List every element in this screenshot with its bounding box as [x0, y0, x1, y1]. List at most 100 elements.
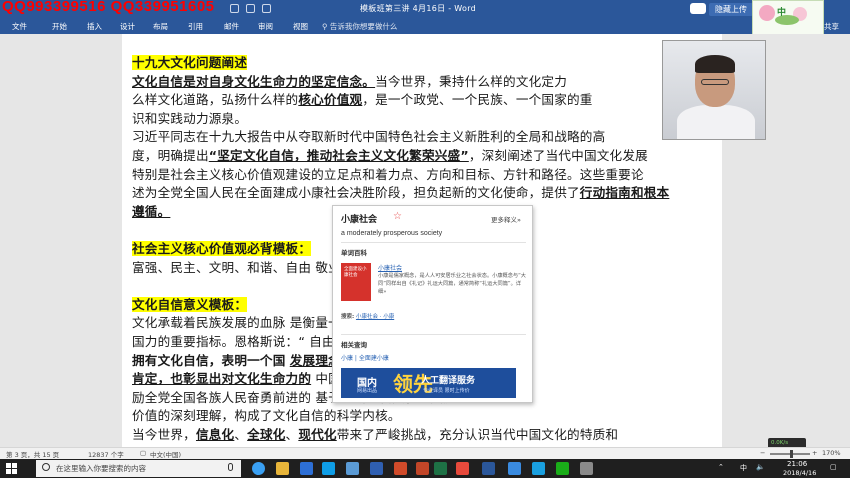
tab-home[interactable]: 开始 — [52, 21, 67, 32]
baidu-cloud-icon[interactable] — [508, 462, 521, 475]
text-run: 、 — [285, 427, 299, 442]
undo-icon[interactable] — [246, 4, 255, 13]
dict-entry-link[interactable]: 小康社会 — [378, 263, 402, 272]
tab-design[interactable]: 设计 — [120, 21, 135, 32]
save-icon[interactable] — [230, 4, 239, 13]
ime-indicator[interactable]: 中 — [740, 463, 747, 473]
app-icon[interactable] — [456, 462, 469, 475]
app-icon[interactable] — [580, 462, 593, 475]
ribbon-tabs: 文件 开始 插入 设计 布局 引用 邮件 审阅 视图 ⚲ 告诉我你想要做什么 共… — [0, 18, 850, 34]
dict-source: 搜索: 小康社会 · 小康 — [341, 314, 395, 320]
dict-image-caption: 全面建设小康社会 — [344, 267, 367, 278]
webcam-overlay — [662, 40, 766, 140]
powerpoint-icon[interactable] — [394, 462, 407, 475]
document-line: 十九大文化问题阐述 — [132, 52, 248, 71]
upload-button[interactable]: 隐藏上传 — [709, 3, 753, 16]
watermark-logo: 中 — [752, 0, 824, 36]
taskbar-search[interactable]: 在这里输入你要搜索的内容 — [36, 460, 241, 477]
document-line: 当今世界，信息化、全球化、现代化带来了严峻挑战，充分认识当代中国文化的特质和 — [132, 424, 618, 443]
app-icon[interactable] — [370, 462, 383, 475]
text-run: 拥有文化自信，表明一个国 — [132, 352, 286, 368]
clock-date[interactable]: 2018/4/16 — [783, 469, 816, 477]
dict-source-links[interactable]: 小康社会 · 小康 — [356, 314, 394, 320]
tab-mailings[interactable]: 邮件 — [224, 21, 239, 32]
text-run: 核心价值观 — [298, 92, 363, 108]
title-bar: 模板班第三讲 4月16日 - Word 隐藏上传 QQ993399516 QQ3… — [0, 0, 850, 18]
tab-file[interactable]: 文件 — [12, 21, 27, 32]
windows-start-icon[interactable] — [6, 463, 17, 474]
text-run: 带来了严峻挑战，充分认识当代中国文化的特质和 — [336, 427, 619, 442]
flower-icon — [759, 5, 775, 21]
text-run: 现代化 — [298, 427, 337, 442]
excel-icon[interactable] — [434, 462, 447, 475]
proofing-icon[interactable]: ▢ — [140, 449, 146, 457]
share-button[interactable]: 共享 — [824, 21, 839, 32]
app-icon[interactable] — [532, 462, 545, 475]
translation-ad-banner[interactable]: 国内 领先 人工翻译服务 网易出品 专业译员 限时上传价 — [341, 368, 516, 398]
word-count[interactable]: 12837 个字 — [88, 449, 124, 459]
text-run: 肯定，也彰显出对文化生命力的 — [132, 371, 312, 387]
document-line: 么样文化道路，弘扬什么样的核心价值观，是一个政党、一个民族、一个国家的重 — [132, 89, 593, 108]
ie-icon[interactable] — [322, 462, 335, 475]
document-line: 价值的深刻理解，构成了文化自信的科学内核。 — [132, 405, 401, 424]
dictionary-popup: 小康社会 ☆ 更多释义» a moderately prosperous soc… — [332, 205, 533, 403]
tell-me-text: 告诉我你想要做什么 — [329, 22, 398, 31]
language[interactable]: 中文(中国) — [150, 449, 181, 459]
taskbar: 在这里输入你要搜索的内容 ⌃ 中 🔈 21:06 2018/4/16 ▢ — [0, 459, 850, 478]
zoom-out-icon[interactable]: − — [760, 449, 765, 457]
search-icon — [42, 463, 50, 471]
edge-icon[interactable] — [252, 462, 265, 475]
zoom-thumb[interactable] — [790, 450, 793, 458]
notification-icon[interactable]: ▢ — [830, 463, 837, 471]
microphone-icon[interactable] — [228, 463, 233, 471]
volume-icon[interactable]: 🔈 — [756, 463, 765, 471]
tab-references[interactable]: 引用 — [188, 21, 203, 32]
tray-up-arrow-icon[interactable]: ⌃ — [718, 463, 724, 471]
word-icon[interactable] — [482, 462, 495, 475]
logo-text: 中 — [777, 8, 787, 18]
tab-layout[interactable]: 布局 — [153, 21, 168, 32]
store-icon[interactable] — [300, 462, 313, 475]
text-run: 信息化 — [195, 427, 235, 442]
tab-view[interactable]: 视图 — [293, 21, 308, 32]
text-run: 度，明确提出 — [132, 148, 209, 163]
powerpoint-icon[interactable] — [416, 462, 429, 475]
text-run: 当今世界， — [132, 427, 196, 442]
text-run: 遵循。 — [132, 203, 171, 219]
wechat-icon[interactable] — [556, 462, 569, 475]
app-icon[interactable] — [346, 462, 359, 475]
star-icon[interactable]: ☆ — [393, 211, 402, 222]
status-bar: 第 3 页，共 15 页 12837 个字 ▢ 中文(中国) − + 170% — [0, 447, 850, 459]
text-run: 文化自信意义模板： — [132, 296, 248, 312]
dict-translation: a moderately prosperous society — [341, 230, 443, 237]
document-line: 识和实践动力源泉。 — [132, 108, 247, 127]
document-line: 遵循。 — [132, 201, 170, 220]
text-run: 当今世界，秉持什么样的文化定力 — [375, 73, 567, 89]
zoom-level[interactable]: 170% — [822, 449, 841, 457]
cloud-icon[interactable] — [690, 3, 706, 14]
text-run: ，是一个政党、一个民族、一个国家的重 — [362, 92, 593, 108]
text-run: 特别是社会主义核心价值观建设的立足点和着力点、方向和目标、方针和路径。这些重要论 — [132, 166, 644, 182]
document-line: 度，明确提出“坚定文化自信，推动社会主义文化繁荣兴盛”，深刻阐述了当代中国文化发… — [132, 145, 648, 164]
redo-icon[interactable] — [262, 4, 271, 13]
document-line: 述为全党全国人民在全面建成小康社会决胜阶段，担负起新的文化使命，提供了行动指南和… — [132, 182, 669, 201]
tell-me-search[interactable]: ⚲ 告诉我你想要做什么 — [322, 21, 397, 32]
document-line: 特别是社会主义核心价值观建设的立足点和着力点、方向和目标、方针和路径。这些重要论 — [132, 164, 644, 183]
person-body — [677, 105, 755, 139]
text-run: “坚定文化自信，推动社会主义文化繁荣兴盛” — [208, 148, 469, 163]
dict-section-baike: 单词百科 — [341, 249, 367, 257]
zoom-in-icon[interactable]: + — [812, 449, 817, 457]
file-explorer-icon[interactable] — [276, 462, 289, 475]
text-run: 文化自信是对自身文化生命力的坚定信念。 — [132, 73, 376, 89]
dict-related-links[interactable]: 小康 | 全面建小康 — [341, 353, 389, 362]
clock-time[interactable]: 21:06 — [787, 460, 807, 468]
dict-section-related: 相关查询 — [341, 341, 367, 349]
tab-review[interactable]: 审阅 — [258, 21, 273, 32]
text-run: 、 — [234, 427, 248, 442]
more-definitions-link[interactable]: 更多释义» — [491, 214, 521, 224]
text-run: 十九大文化问题阐述 — [132, 55, 248, 70]
text-run: 习近平同志在十九大报告中从夺取新时代中国特色社会主义新胜利的全局和战略的高 — [132, 129, 606, 145]
page-count[interactable]: 第 3 页，共 15 页 — [6, 449, 59, 459]
text-run: 社会主义核心价值观必背模板： — [132, 241, 312, 256]
tab-insert[interactable]: 插入 — [87, 21, 102, 32]
